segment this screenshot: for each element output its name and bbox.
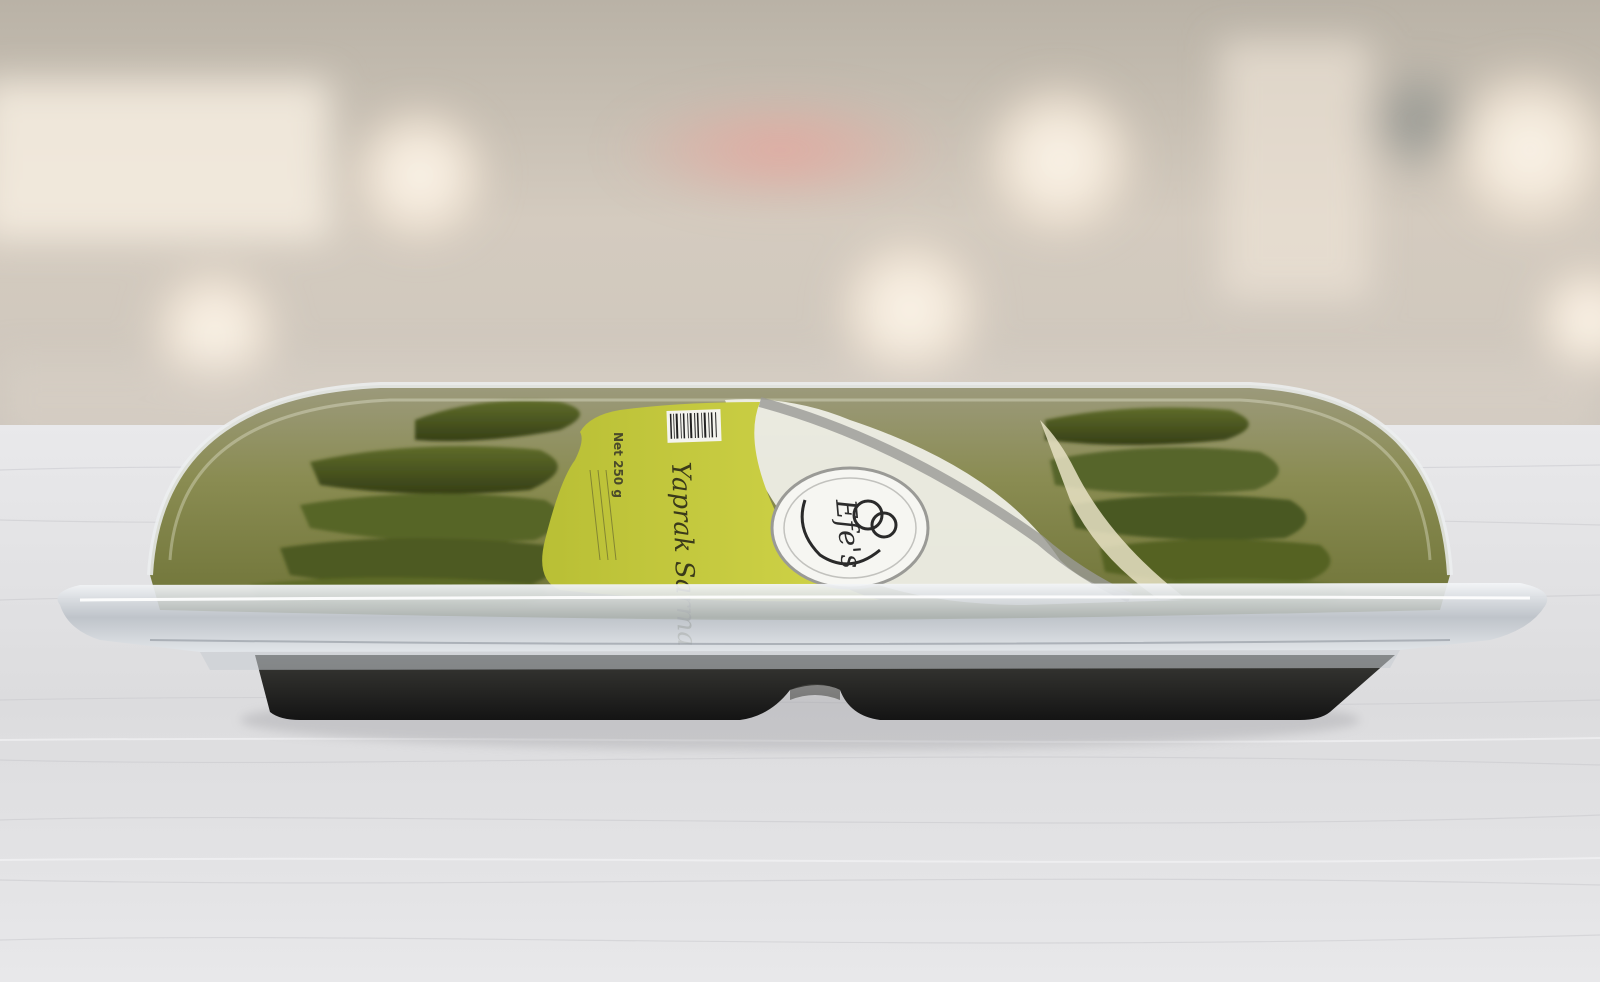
net-weight-text: Net 250 g bbox=[611, 432, 625, 498]
product-photo-scene: Net 250 g Yaprak Sarma Efe's bbox=[0, 0, 1600, 982]
brand-logo-icon: Efe's bbox=[770, 466, 930, 590]
brand-name-text: Efe's bbox=[829, 497, 868, 570]
blurred-background bbox=[0, 0, 1600, 440]
barcode-icon bbox=[666, 409, 722, 443]
product-photo-svg: Net 250 g Yaprak Sarma Efe's bbox=[0, 0, 1600, 982]
